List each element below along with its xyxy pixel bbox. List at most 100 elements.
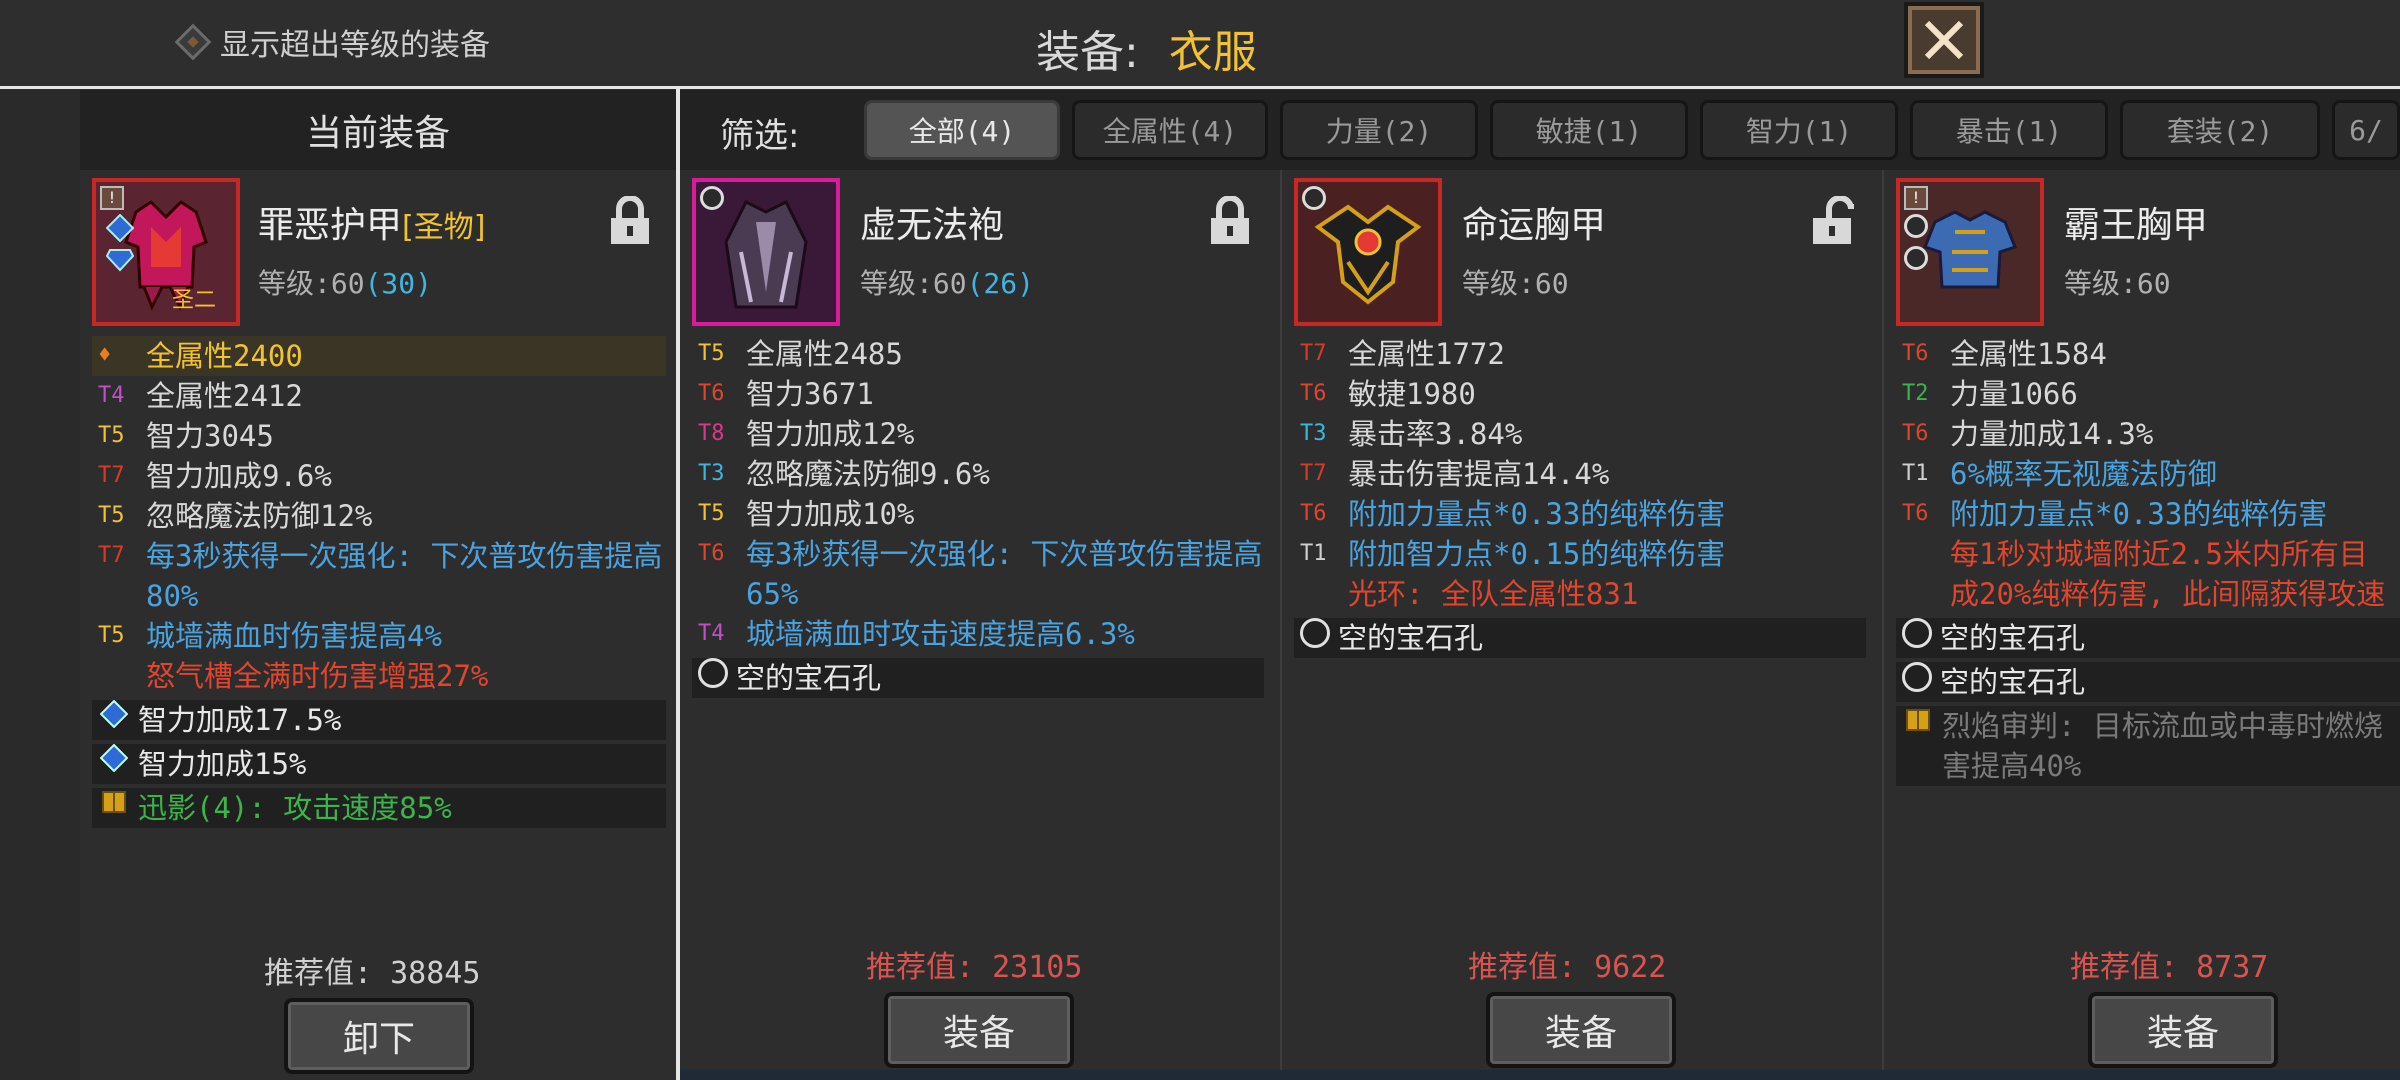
socket-indicator-icon bbox=[1904, 246, 1928, 270]
bottom-strip bbox=[680, 1070, 2400, 1080]
stat-text: 成20%纯粹伤害, 此间隔获得攻速 bbox=[1950, 577, 2386, 611]
panel-divider bbox=[676, 89, 680, 1080]
item-level: 等级:60 bbox=[1462, 262, 1569, 302]
slot-title: 装备: 衣服 bbox=[1036, 16, 1257, 80]
unlock-icon[interactable] bbox=[1810, 196, 1854, 246]
item-level-badge-icon: ! bbox=[100, 186, 124, 210]
filter-chip[interactable]: 全属性(4) bbox=[1072, 100, 1268, 160]
slot-value: 衣服 bbox=[1168, 27, 1257, 78]
current-item-level-prefix: 等级:60 bbox=[258, 267, 365, 300]
close-button[interactable] bbox=[1904, 2, 1984, 78]
item-recommend-label: 推荐值: bbox=[1468, 950, 1577, 985]
sapphire-gem-icon bbox=[100, 744, 128, 772]
stat-text: 智力加成10% bbox=[746, 497, 915, 531]
equip-button[interactable]: 装备 bbox=[1486, 992, 1676, 1068]
current-item-level-bonus: (30) bbox=[364, 267, 433, 300]
equip-button[interactable]: 装备 bbox=[2088, 992, 2278, 1068]
socket-text: 空的宝石孔 bbox=[1940, 665, 2086, 699]
stat-tier: T5 bbox=[698, 501, 725, 526]
top-divider bbox=[0, 86, 2400, 89]
current-item-level: 等级:60(30) bbox=[258, 262, 432, 302]
stat-text: 附加力量点*0.33的纯粹伤害 bbox=[1950, 497, 2328, 531]
stat-tier: T5 bbox=[98, 503, 125, 528]
stat-text: 智力3671 bbox=[746, 377, 874, 411]
gem-text: 智力加成17.5% bbox=[138, 703, 342, 737]
stat-row: T1 附加智力点*0.15的纯粹伤害 bbox=[1294, 534, 1866, 574]
filter-chip[interactable]: 暴击(1) bbox=[1910, 100, 2108, 160]
stat-row: T6 全属性1584 bbox=[1896, 334, 2400, 374]
item-recommend-label: 推荐值: bbox=[866, 950, 975, 985]
stat-tier: T7 bbox=[1300, 341, 1327, 366]
item-recommend-value: 8737 bbox=[2196, 950, 2269, 985]
filter-chip[interactable]: 力量(2) bbox=[1280, 100, 1478, 160]
socket-text: 空的宝石孔 bbox=[1940, 621, 2086, 655]
current-recommend: 推荐值: 38845 bbox=[264, 948, 480, 992]
stat-tier: T7 bbox=[98, 463, 125, 488]
stat-tier: T6 bbox=[1902, 501, 1929, 526]
item-level-prefix: 等级:60 bbox=[860, 267, 967, 300]
stat-tier: T6 bbox=[1902, 421, 1929, 446]
gem-row: 智力加成15% bbox=[92, 744, 666, 784]
stat-tier: T5 bbox=[98, 423, 125, 448]
stat-text: 城墙满血时攻击速度提高6.3% bbox=[746, 617, 1135, 651]
equip-button[interactable]: 装备 bbox=[884, 992, 1074, 1068]
stat-text: 暴击率3.84% bbox=[1348, 417, 1523, 451]
stat-text: 全属性2412 bbox=[146, 379, 303, 413]
stat-tier: T4 bbox=[698, 621, 725, 646]
stat-row: T6 附加力量点*0.33的纯粹伤害 bbox=[1896, 494, 2400, 534]
item-name: 虚无法袍 bbox=[860, 205, 1005, 246]
socket-indicator-icon bbox=[1302, 186, 1326, 210]
socket-text: 空的宝石孔 bbox=[736, 661, 882, 695]
stat-text: 智力加成9.6% bbox=[146, 459, 332, 493]
item-level-badge-icon: ! bbox=[1904, 186, 1928, 210]
panel-separator bbox=[1280, 170, 1282, 1080]
lock-icon[interactable] bbox=[608, 196, 652, 246]
socket-row: 空的宝石孔 bbox=[692, 658, 1264, 698]
stat-row: T7 智力加成9.6% bbox=[92, 456, 666, 496]
item-recommend: 推荐值: 8737 bbox=[2070, 942, 2268, 986]
socket-row: 空的宝石孔 bbox=[1896, 662, 2400, 702]
current-stats-list: ♦ 全属性2400 T4 全属性2412 T5 智力3045 T7 智力加成9.6% T5 忽略魔… bbox=[92, 336, 666, 828]
filter-chip[interactable]: 智力(1) bbox=[1700, 100, 1898, 160]
filter-chip[interactable]: 6/ bbox=[2332, 100, 2400, 160]
stat-row: T1 6%概率无视魔法防御 bbox=[1896, 454, 2400, 494]
stat-text: 力量1066 bbox=[1950, 377, 2078, 411]
filter-chip[interactable]: 套装(2) bbox=[2120, 100, 2320, 160]
current-item-tag: [圣物] bbox=[402, 210, 486, 245]
current-recommend-value: 38845 bbox=[390, 956, 481, 991]
checkbox-diamond-icon[interactable] bbox=[174, 23, 212, 61]
stat-row: 每1秒对城墙附近2.5米内所有目 bbox=[1896, 534, 2400, 574]
stat-text: 怒气槽全满时伤害增强27% bbox=[146, 659, 489, 693]
item-recommend: 推荐值: 23105 bbox=[866, 942, 1082, 986]
filter-bar: 筛选: 全部(4) 全属性(4) 力量(2) 敏捷(1) 智力(1) 暴击(1) 套装(2)… bbox=[680, 90, 2400, 170]
filter-chip[interactable]: 全部(4) bbox=[864, 100, 1060, 160]
socket-row: 空的宝石孔 bbox=[1294, 618, 1866, 658]
stat-text: 全属性2400 bbox=[146, 339, 303, 373]
socket-indicator-icon bbox=[700, 186, 724, 210]
gem-row: 智力加成17.5% bbox=[92, 700, 666, 740]
item-stats-list: T5 全属性2485 T6 智力3671 T8 智力加成12% T3 忽略魔法防御9.6% T5… bbox=[692, 334, 1264, 698]
stat-tier: T7 bbox=[98, 543, 125, 568]
stat-tier: T7 bbox=[1300, 461, 1327, 486]
socket-text: 空的宝石孔 bbox=[1338, 621, 1484, 655]
stat-text: 智力3045 bbox=[146, 419, 274, 453]
show-over-level-toggle[interactable]: 显示超出等级的装备 bbox=[174, 20, 490, 64]
stat-text: 暴击伤害提高14.4% bbox=[1348, 457, 1610, 491]
stat-tier: T3 bbox=[698, 461, 725, 486]
stat-text: 忽略魔法防御12% bbox=[146, 499, 373, 533]
set-row: 迅影(4): 攻击速度85% bbox=[92, 788, 666, 828]
empty-socket-icon bbox=[698, 658, 728, 688]
stat-tier: T1 bbox=[1902, 461, 1929, 486]
unequip-button[interactable]: 卸下 bbox=[284, 998, 474, 1074]
stat-text: 全属性1584 bbox=[1950, 337, 2107, 371]
stat-row: T5 城墙满血时伤害提高4% bbox=[92, 616, 666, 656]
stat-text: 附加力量点*0.33的纯粹伤害 bbox=[1348, 497, 1726, 531]
stat-text: 城墙满血时伤害提高4% bbox=[146, 619, 442, 653]
stat-row: T6 每3秒获得一次强化: 下次普攻伤害提高65% bbox=[692, 534, 1264, 614]
lock-icon[interactable] bbox=[1208, 196, 1252, 246]
set-text: 烈焰审判: 目标流血或中毒时燃烧 bbox=[1942, 709, 2383, 743]
stat-row: T6 智力3671 bbox=[692, 374, 1264, 414]
stat-tier: T6 bbox=[1300, 501, 1327, 526]
filter-chip[interactable]: 敏捷(1) bbox=[1490, 100, 1688, 160]
sapphire-gem-icon bbox=[106, 249, 134, 272]
